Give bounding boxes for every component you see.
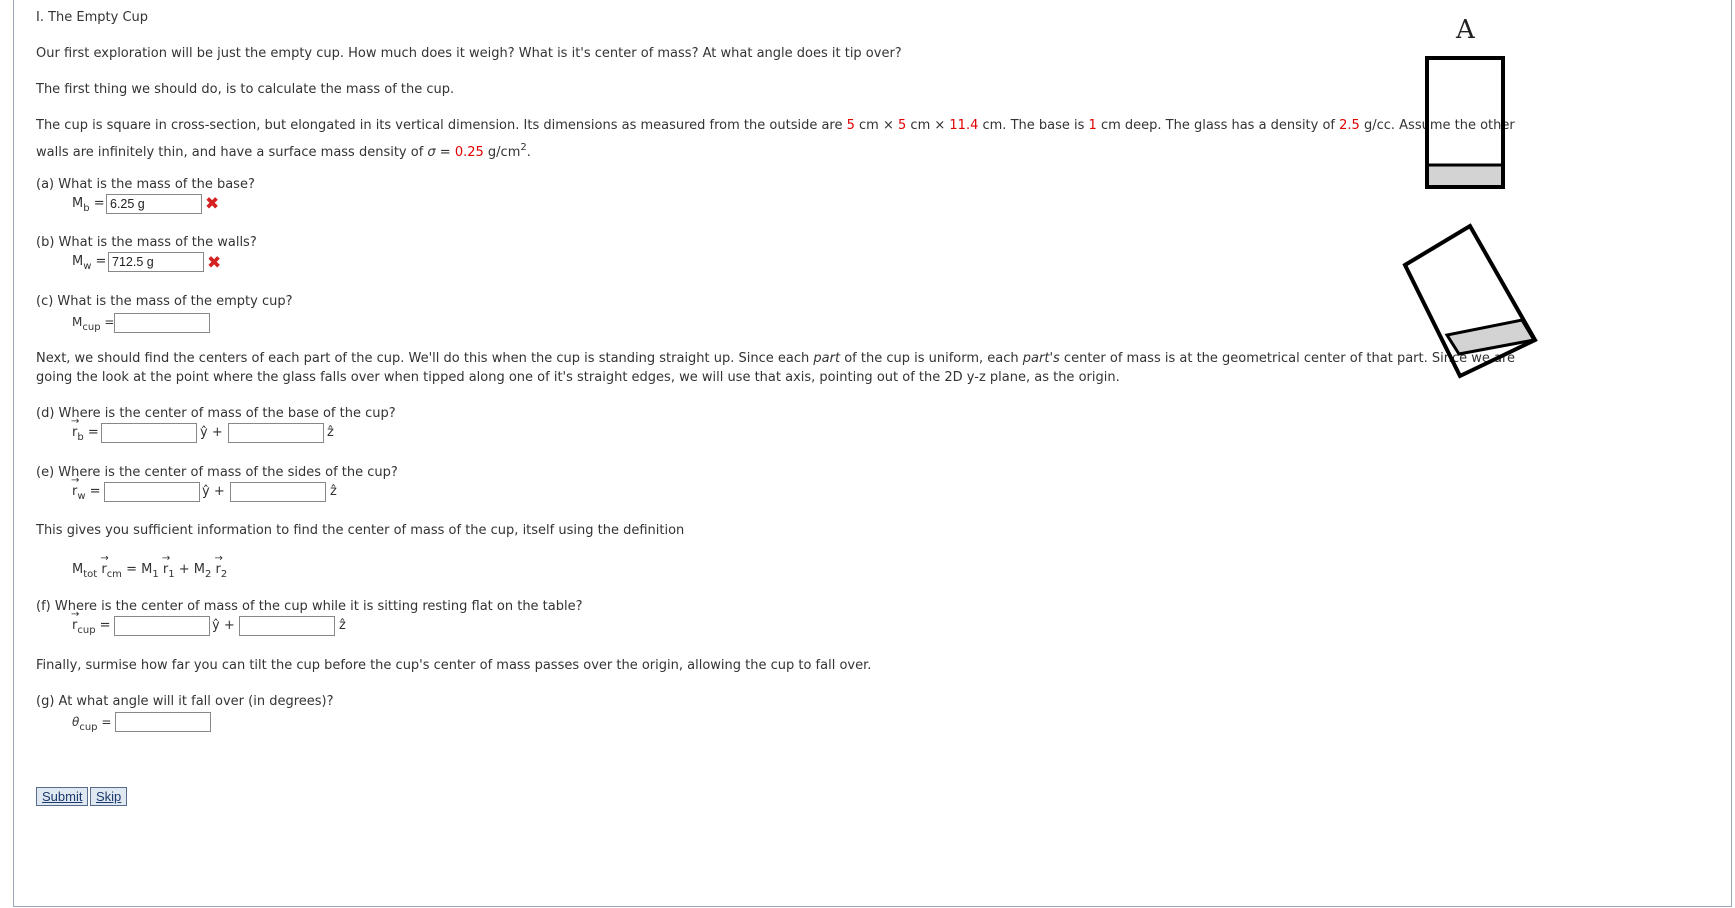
rw-z-input[interactable] xyxy=(230,482,326,502)
mw-input[interactable]: 712.5 g xyxy=(108,252,204,272)
centers-emphasis: part's xyxy=(1022,351,1060,366)
mw-label: Mw = xyxy=(72,253,106,276)
subscript: cm xyxy=(106,569,122,580)
rcup-label: rcup = xyxy=(71,606,111,640)
equals: = xyxy=(91,254,107,269)
width-value: 5 xyxy=(846,118,855,133)
desc-text: cm. The base is xyxy=(978,118,1089,133)
incorrect-icon: ✖ xyxy=(207,253,222,273)
symbol: M xyxy=(72,254,84,269)
first-step-text: The first thing we should do, is to calc… xyxy=(36,82,455,97)
vector-symbol: r xyxy=(100,550,109,579)
description-line-1: The cup is square in cross-section, but … xyxy=(36,117,1515,135)
upright-cup xyxy=(1425,56,1505,189)
equals: = xyxy=(83,425,99,440)
rw-label: rw = xyxy=(71,472,101,506)
question-b: (b) What is the mass of the walls? xyxy=(36,235,257,250)
cup-diagram xyxy=(1402,56,1538,379)
tilted-cup-outline xyxy=(1402,223,1538,379)
mb-label: Mb = xyxy=(72,195,105,218)
rcup-z-input[interactable] xyxy=(239,616,335,636)
centers-line-1: Next, we should find the centers of each… xyxy=(36,350,1515,368)
mb-input[interactable]: 6.25 g xyxy=(106,194,202,214)
z-hat-label: ẑ xyxy=(339,618,346,633)
theta-label: θcup = xyxy=(72,713,111,737)
question-g: (g) At what angle will it fall over (in … xyxy=(36,694,334,709)
submit-button[interactable]: Submit xyxy=(36,787,89,806)
base-depth-value: 1 xyxy=(1088,118,1097,133)
description-line-2: walls are infinitely thin, and have a su… xyxy=(36,139,531,162)
finally-text: Finally, surmise how far you can tilt th… xyxy=(36,658,872,673)
tilted-cup xyxy=(1402,223,1538,379)
symbol: M xyxy=(72,196,84,211)
centers-text: Next, we should find the centers of each… xyxy=(36,351,814,366)
info-text: This gives you sufficient information to… xyxy=(36,523,685,538)
desc-text: The cup is square in cross-section, but … xyxy=(36,118,847,133)
vector-symbol: r xyxy=(71,606,80,635)
mcup-label: Mcup = xyxy=(72,313,114,337)
question-a: (a) What is the mass of the base? xyxy=(36,177,255,192)
section-title: I. The Empty Cup xyxy=(36,10,149,25)
subscript: tot xyxy=(83,569,98,580)
rb-y-input[interactable] xyxy=(101,423,197,443)
y-hat-label: ŷ + xyxy=(202,484,225,499)
vector-symbol: r xyxy=(162,550,171,579)
vector-symbol: r xyxy=(71,413,80,442)
desc-text: cm × xyxy=(854,118,899,133)
centers-emphasis: part xyxy=(813,351,841,366)
question-c: (c) What is the mass of the empty cup? xyxy=(36,294,293,309)
incorrect-icon: ✖ xyxy=(205,194,220,214)
y-hat-label: ŷ + xyxy=(212,618,235,633)
vector-symbol: r xyxy=(214,550,223,579)
subscript: w xyxy=(77,491,86,502)
question-e: (e) Where is the center of mass of the s… xyxy=(36,465,398,480)
theta-input[interactable] xyxy=(115,712,211,732)
cm-formula: Mtot rcm = M1 r1 + M2 r2 xyxy=(72,550,228,584)
centers-line-2: going the look at the point where the gl… xyxy=(36,370,1120,385)
desc-text: g/cm xyxy=(483,145,521,160)
equals: = xyxy=(85,484,101,499)
sigma-symbol: σ xyxy=(427,145,436,160)
subscript: 2 xyxy=(204,569,212,580)
surface-density-value: 0.25 xyxy=(454,145,484,160)
desc-text: . xyxy=(526,145,531,160)
desc-text: cm × xyxy=(906,118,950,133)
question-d: (d) Where is the center of mass of the b… xyxy=(36,406,396,421)
subscript: 2 xyxy=(220,569,228,580)
rcup-y-input[interactable] xyxy=(114,616,210,636)
height-value: 11.4 xyxy=(949,118,979,133)
formula-text: + M xyxy=(174,562,205,577)
desc-text: cm deep. The glass has a density of xyxy=(1096,118,1340,133)
intro-text: Our first exploration will be just the e… xyxy=(36,46,902,61)
subscript: 1 xyxy=(152,569,159,580)
subscript: cup xyxy=(77,625,96,636)
equals: = xyxy=(95,618,111,633)
skip-button[interactable]: Skip xyxy=(90,787,128,806)
equals: = xyxy=(100,315,115,329)
upright-cup-base xyxy=(1425,163,1505,189)
symbol: M xyxy=(72,562,84,577)
z-hat-label: ẑ xyxy=(330,484,337,499)
figure-label: A xyxy=(1456,15,1475,45)
rb-label: rb = xyxy=(71,413,99,447)
y-hat-label: ŷ + xyxy=(200,425,223,440)
z-hat-label: ẑ xyxy=(327,425,334,440)
equals: = xyxy=(97,715,112,729)
centers-text: of the cup is uniform, each xyxy=(840,351,1023,366)
rw-y-input[interactable] xyxy=(104,482,200,502)
desc-text: walls are infinitely thin, and have a su… xyxy=(36,145,428,160)
subscript: cup xyxy=(82,322,101,333)
subscript: cup xyxy=(79,722,98,733)
mcup-input[interactable] xyxy=(114,313,210,333)
vector-symbol: r xyxy=(71,472,80,501)
symbol: M xyxy=(72,315,83,329)
formula-text: = M xyxy=(121,562,153,577)
rb-z-input[interactable] xyxy=(228,423,324,443)
density-value: 2.5 xyxy=(1339,118,1360,133)
question-f: (f) Where is the center of mass of the c… xyxy=(36,599,583,614)
equals: = xyxy=(89,196,105,211)
desc-text: = xyxy=(435,145,455,160)
